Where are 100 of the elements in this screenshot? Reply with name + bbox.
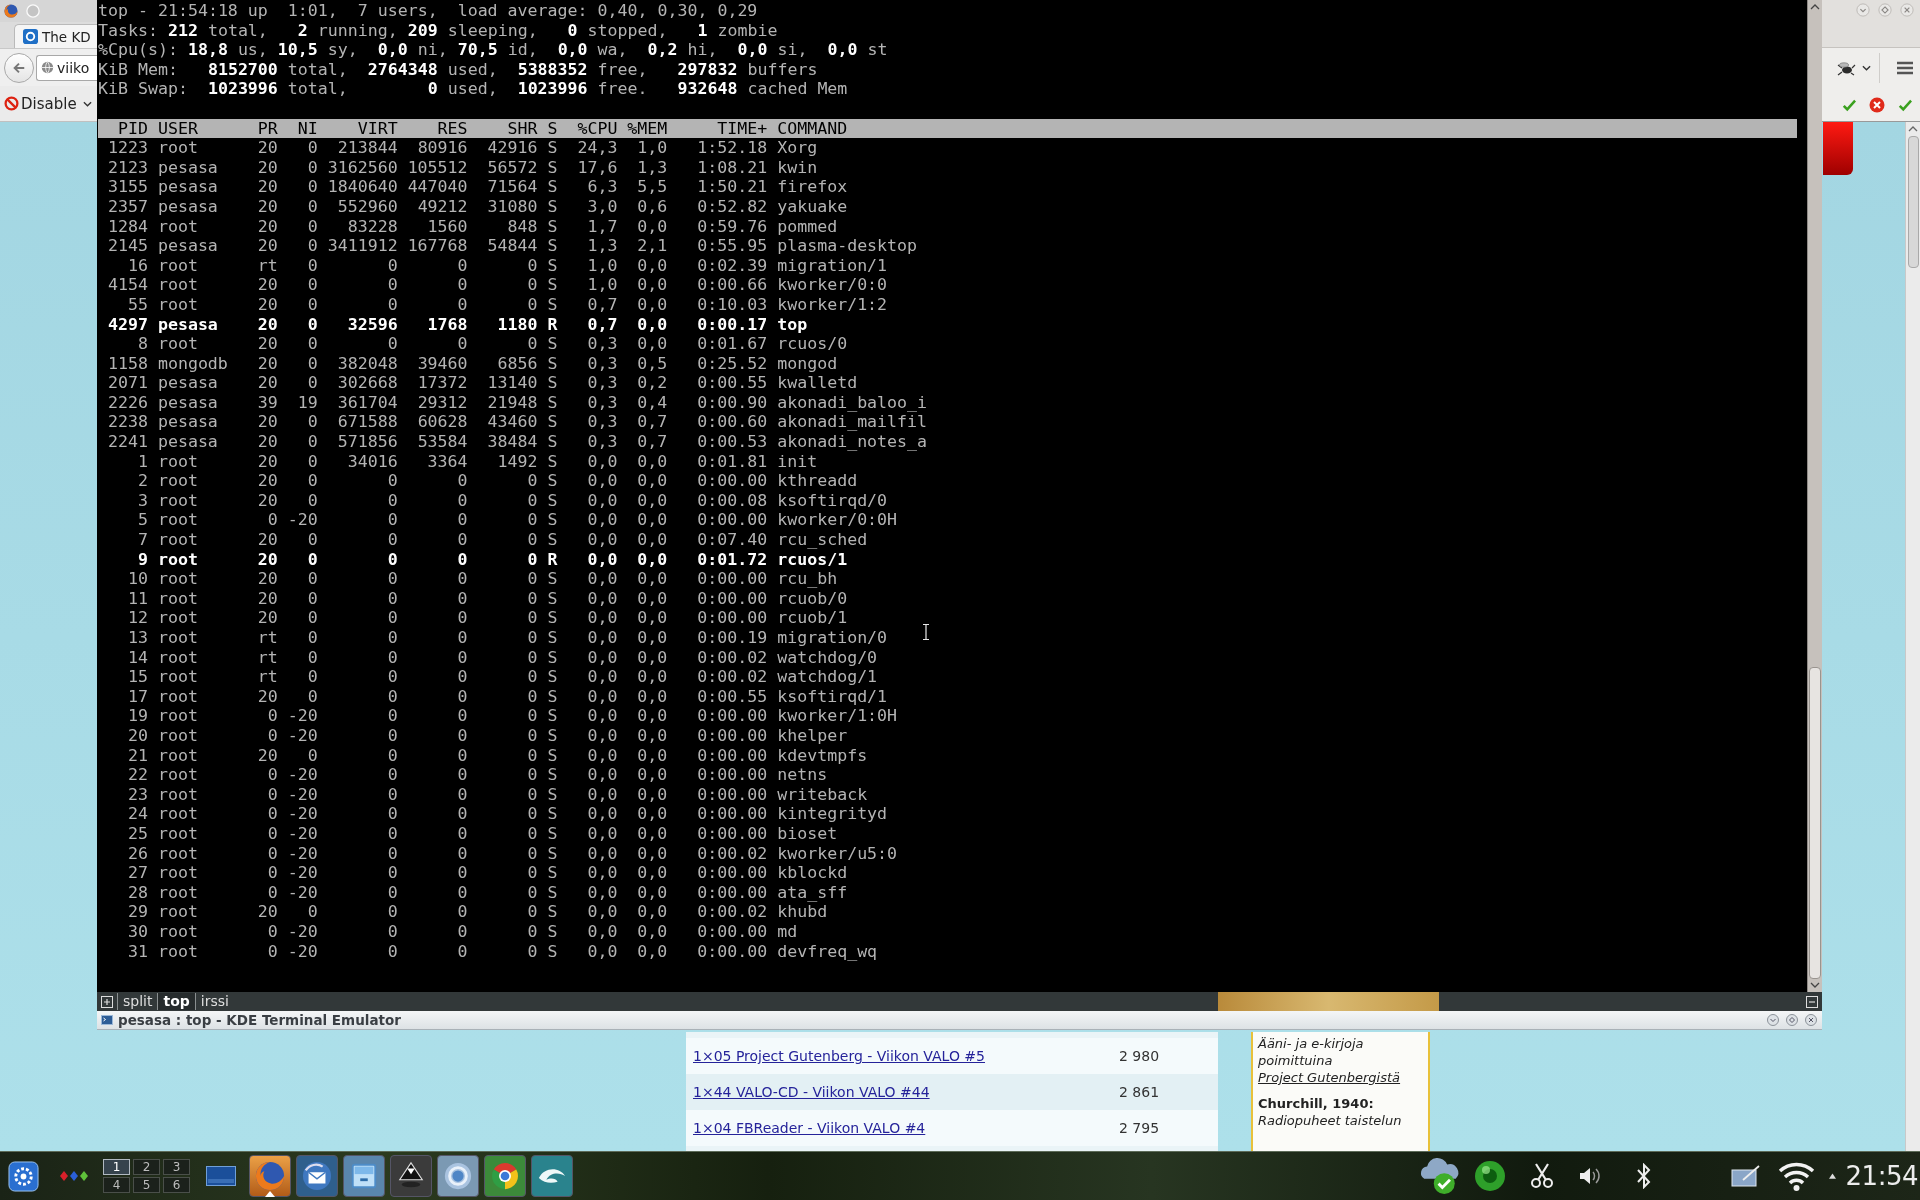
- scissors-icon[interactable]: [1530, 1163, 1553, 1189]
- table-cell: 0,0: [637, 294, 668, 315]
- three-diamonds-icon[interactable]: [59, 1171, 89, 1181]
- table-cell: 0: [387, 490, 398, 511]
- disable-menu-button[interactable]: Disable: [4, 94, 92, 113]
- table-cell: 0: [387, 294, 398, 315]
- table-cell: 42916: [487, 138, 538, 158]
- desktop-button[interactable]: 3: [163, 1159, 190, 1175]
- episode-link[interactable]: 1×05 Project Gutenberg - Viikon VALO #5: [693, 1048, 985, 1064]
- table-cell: -20: [287, 921, 318, 942]
- table-cell: 0,0: [587, 451, 618, 472]
- plus-box-icon[interactable]: [101, 995, 113, 1008]
- minus-box-icon[interactable]: [1806, 995, 1818, 1008]
- tablet-pen-icon[interactable]: [1730, 1165, 1760, 1187]
- table-cell: root: [157, 765, 198, 785]
- table-cell: S: [547, 196, 558, 217]
- task-button[interactable]: [296, 1155, 338, 1197]
- scrollbar[interactable]: [1905, 122, 1920, 1151]
- table-cell: 0: [267, 765, 278, 785]
- table-cell: 1,3: [587, 236, 618, 256]
- table-cell: 0: [307, 157, 318, 178]
- table-cell: 2238: [107, 412, 148, 433]
- table-cell: pesasa: [157, 412, 218, 433]
- check-icon[interactable]: [1842, 97, 1856, 112]
- desktop-button[interactable]: 2: [133, 1159, 160, 1175]
- table-cell: 0,0: [637, 667, 668, 687]
- table-cell: 0: [457, 745, 468, 766]
- table-cell: 3155: [107, 177, 148, 197]
- address-field[interactable]: viiko: [36, 54, 97, 81]
- terminal-tab[interactable]: irssi: [194, 993, 234, 1010]
- table-cell: root: [157, 745, 198, 766]
- table-cell: 0,0: [637, 588, 668, 609]
- table-cell: root: [157, 882, 198, 903]
- scrollbar[interactable]: [1807, 0, 1822, 992]
- close-icon[interactable]: [1805, 1014, 1817, 1026]
- speaker-icon[interactable]: [1577, 1166, 1603, 1186]
- table-cell: 0:25.52: [697, 353, 768, 374]
- desktop-button[interactable]: 6: [163, 1177, 190, 1193]
- maximize-icon[interactable]: [1786, 1014, 1798, 1026]
- scrollbar-thumb[interactable]: [1907, 136, 1919, 268]
- minimize-icon[interactable]: [1767, 1014, 1779, 1026]
- desktop-button[interactable]: 5: [133, 1177, 160, 1193]
- table-cell: S: [547, 628, 558, 648]
- view-count: 2 980: [1119, 1048, 1161, 1064]
- table-cell: pesasa: [157, 373, 218, 393]
- column-header: VIRT: [357, 118, 398, 139]
- menu-icon[interactable]: [1896, 61, 1914, 75]
- table-cell: 20: [257, 314, 278, 335]
- maximize-icon[interactable]: [1878, 3, 1892, 17]
- caret-icon: [1862, 65, 1871, 71]
- episode-link[interactable]: 1×44 VALO-CD - Viikon VALO #44: [693, 1084, 930, 1100]
- table-cell: root: [157, 921, 198, 942]
- table-cell: 0,0: [587, 686, 618, 707]
- table-cell: 0: [527, 490, 538, 511]
- table-cell: 0:00.17: [697, 314, 768, 335]
- episode-link[interactable]: 1×04 FBReader - Viikon VALO #4: [693, 1120, 926, 1136]
- task-button[interactable]: [390, 1155, 432, 1197]
- table-cell: 0,0: [587, 784, 618, 805]
- bug-menu-button[interactable]: [1836, 53, 1880, 83]
- table-cell: 0:00.02: [697, 902, 768, 922]
- back-button[interactable]: [4, 52, 34, 83]
- wifi-icon[interactable]: [1777, 1160, 1815, 1192]
- table-cell: 0:00.00: [697, 765, 768, 785]
- caret-up-icon[interactable]: [1828, 1173, 1836, 1179]
- table-cell: 12: [127, 608, 148, 628]
- task-button[interactable]: [531, 1155, 573, 1197]
- status-orb-icon[interactable]: [1473, 1160, 1506, 1192]
- task-button[interactable]: [343, 1155, 385, 1197]
- table-cell: 0,3: [587, 432, 618, 452]
- table-cell: migration/0: [777, 628, 888, 648]
- close-icon[interactable]: [1900, 3, 1914, 17]
- desktop-button[interactable]: 4: [103, 1177, 130, 1193]
- sidebar-link[interactable]: Project Gutenbergistä: [1258, 1070, 1401, 1085]
- drawer-icon: [349, 1161, 379, 1191]
- table-cell: 0: [267, 804, 278, 824]
- table-cell: 0: [457, 863, 468, 883]
- table-cell: 0,0: [637, 765, 668, 785]
- table-cell: 10: [127, 569, 148, 589]
- table-cell: 571856: [337, 432, 398, 452]
- desktop-icon[interactable]: [206, 1166, 236, 1186]
- table-cell: 0: [387, 647, 398, 668]
- table-cell: S: [547, 804, 558, 824]
- browser-tab[interactable]: The KD: [14, 24, 97, 48]
- launcher-gear-icon[interactable]: [8, 1160, 39, 1192]
- check-icon[interactable]: [1898, 97, 1912, 112]
- table-cell: root: [157, 255, 198, 276]
- table-cell: rcuob/1: [777, 608, 848, 628]
- bluetooth-icon[interactable]: [1634, 1163, 1653, 1189]
- table-cell: 20: [257, 902, 278, 922]
- clock[interactable]: 21:54: [1845, 1161, 1918, 1191]
- table-cell: 55: [127, 294, 148, 315]
- scrollbar-thumb[interactable]: [1809, 667, 1821, 979]
- task-button[interactable]: [484, 1155, 526, 1197]
- table-cell: 0:00.00: [697, 882, 768, 903]
- desktop-button[interactable]: 1: [103, 1159, 130, 1175]
- table-cell: 2145: [107, 236, 148, 256]
- x-circle-icon[interactable]: [1869, 96, 1885, 113]
- terminal-tab[interactable]: top: [157, 993, 195, 1010]
- task-button[interactable]: [437, 1155, 479, 1197]
- table-cell: S: [547, 412, 558, 433]
